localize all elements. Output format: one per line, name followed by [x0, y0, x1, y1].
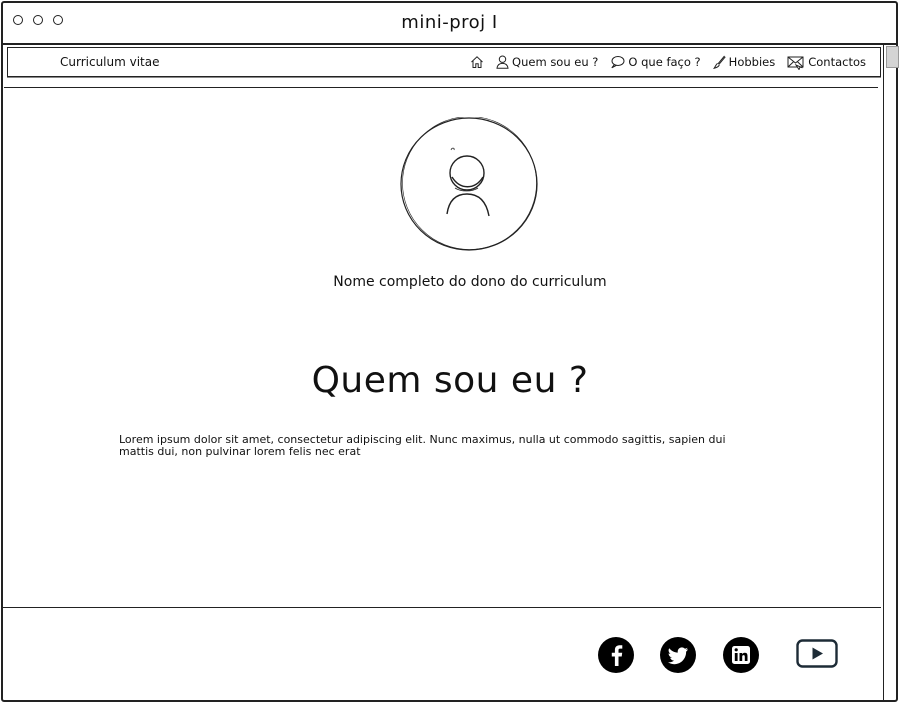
- youtube-icon[interactable]: [796, 639, 838, 669]
- vertical-scrollbar[interactable]: [883, 44, 901, 701]
- section-body-text: Lorem ipsum dolor sit amet, consectetur …: [119, 433, 726, 458]
- owner-full-name: Nome completo do dono do curriculum: [333, 274, 607, 290]
- nav-item-contactos[interactable]: Contactos: [787, 54, 866, 70]
- nav-item-o-que-faco[interactable]: O que faço ?: [610, 55, 701, 69]
- nav-item-label: O que faço ?: [628, 55, 701, 69]
- nav-item-label: Quem sou eu ?: [512, 55, 599, 69]
- user-avatar-icon: [400, 116, 538, 251]
- footer-divider: [1, 607, 881, 608]
- user-icon: [496, 55, 509, 69]
- window-title: mini-proj I: [401, 12, 498, 33]
- nav-item-label: Contactos: [808, 55, 866, 69]
- envelope-icon: [787, 54, 805, 70]
- section-heading: Quem sou eu ?: [311, 360, 589, 401]
- navbar: Curriculum vitae Quem sou eu ? O que faç…: [7, 47, 881, 77]
- nav-item-quem-sou-eu[interactable]: Quem sou eu ?: [496, 55, 598, 69]
- navbar-divider: [4, 87, 878, 88]
- home-icon: [470, 55, 484, 69]
- nav-menu: Quem sou eu ? O que faço ? Hobbies Conta…: [470, 54, 866, 70]
- browser-window: mini-proj I Curriculum vitae Quem sou eu…: [1, 1, 901, 702]
- facebook-icon[interactable]: [598, 637, 634, 673]
- nav-item-label: Hobbies: [728, 55, 776, 69]
- navbar-brand[interactable]: Curriculum vitae: [60, 55, 160, 69]
- title-bar: mini-proj I: [3, 3, 896, 45]
- linkedin-icon[interactable]: [723, 637, 759, 673]
- speech-bubble-icon: [610, 55, 625, 69]
- nav-item-hobbies[interactable]: Hobbies: [712, 55, 776, 69]
- brush-icon: [712, 55, 726, 69]
- nav-item-home[interactable]: [470, 55, 484, 69]
- twitter-icon[interactable]: [660, 637, 696, 673]
- scrollbar-thumb[interactable]: [886, 46, 899, 68]
